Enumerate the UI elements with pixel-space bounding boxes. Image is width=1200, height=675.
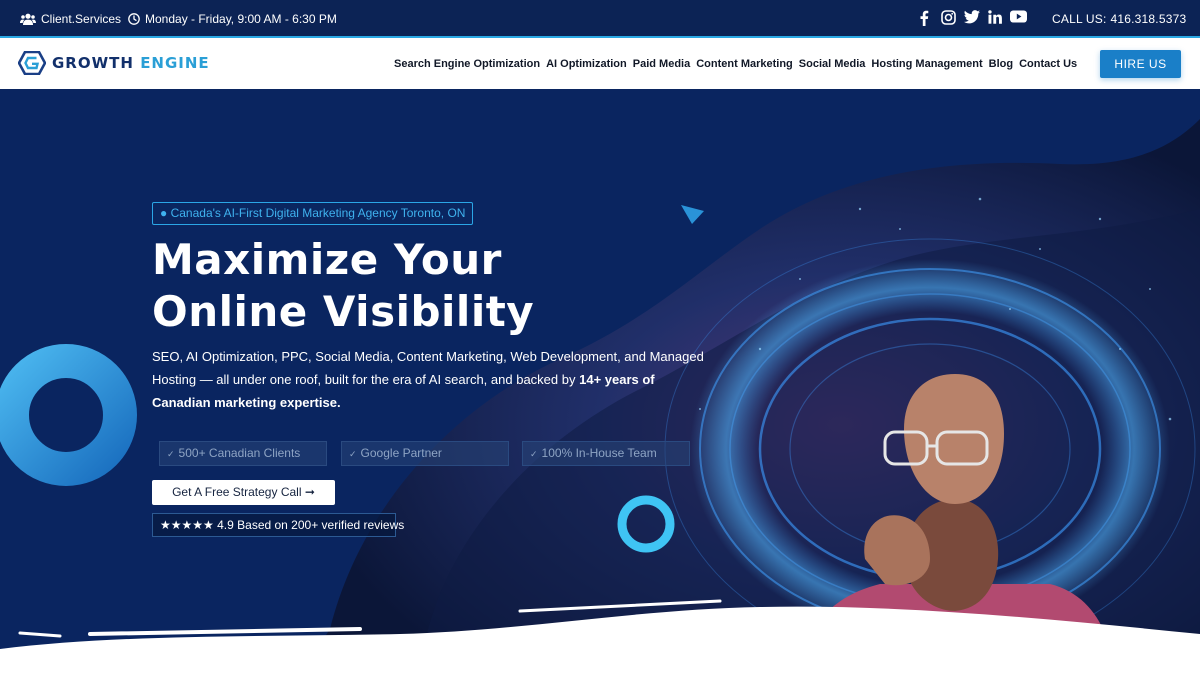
phone-number[interactable]: 416.318.5373 — [1111, 12, 1187, 26]
pill-label: 100% In-House Team — [541, 446, 657, 460]
nav-item-contact-us[interactable]: Contact Us — [1019, 58, 1077, 70]
nav-item-blog[interactable]: Blog — [989, 58, 1013, 70]
users-icon — [20, 13, 36, 25]
nav-item-social-media[interactable]: Social Media — [799, 58, 866, 70]
main-navigation: GROWTH ENGINE Search Engine Optimization… — [0, 36, 1200, 89]
arrow-right-icon: ➞ — [304, 485, 315, 499]
hero-headline: Maximize Your Online Visibility — [152, 234, 672, 338]
nav-item-seo[interactable]: Search Engine Optimization — [394, 58, 540, 70]
pill-label: 500+ Canadian Clients — [178, 446, 301, 460]
nav-item-hosting-management[interactable]: Hosting Management — [871, 58, 982, 70]
business-hours: Monday - Friday, 9:00 AM - 6:30 PM — [128, 12, 337, 26]
twitter-icon[interactable] — [964, 10, 980, 24]
instagram-icon[interactable] — [941, 10, 956, 25]
check-icon: ✓ — [167, 449, 175, 459]
growth-engine-logo[interactable]: GROWTH ENGINE — [18, 51, 210, 75]
hero-section: ● Canada's AI-First Digital Marketing Ag… — [0, 89, 1200, 675]
headline-line-2: Online Visibility — [152, 287, 535, 336]
agency-badge: ● Canada's AI-First Digital Marketing Ag… — [152, 202, 474, 225]
brand-name: GROWTH ENGINE — [52, 54, 210, 72]
clock-icon — [128, 13, 140, 25]
facebook-icon[interactable] — [919, 10, 929, 26]
hire-us-button[interactable]: HIRE US — [1100, 50, 1181, 78]
pill-canadian-clients: ✓ 500+ Canadian Clients — [159, 441, 327, 466]
brand-name-engine: ENGINE — [140, 54, 210, 72]
top-bar: Client.Services Monday - Friday, 9:00 AM… — [0, 0, 1200, 36]
client-services-link[interactable]: Client.Services — [20, 12, 121, 26]
free-strategy-call-button[interactable]: Get A Free Strategy Call ➞ — [152, 480, 335, 505]
hours-label: Monday - Friday, 9:00 AM - 6:30 PM — [145, 12, 337, 26]
hexagon-logo-icon — [18, 51, 46, 75]
pill-google-partner: ✓ Google Partner — [341, 441, 509, 466]
brand-name-growth: GROWTH — [52, 54, 134, 72]
linkedin-icon[interactable] — [988, 10, 1002, 24]
call-us[interactable]: CALL US: 416.318.5373 — [1052, 12, 1186, 26]
headline-line-1: Maximize Your — [152, 235, 502, 284]
nav-item-ai-optimization[interactable]: AI Optimization — [546, 58, 627, 70]
client-services-label: Client.Services — [41, 12, 122, 26]
nav-menu: Search Engine Optimization AI Optimizati… — [394, 58, 1083, 70]
youtube-icon[interactable] — [1010, 10, 1027, 23]
call-us-label: CALL US: — [1052, 12, 1107, 26]
pill-label: Google Partner — [360, 446, 442, 460]
reviews-badge: ★★★★★ 4.9 Based on 200+ verified reviews — [152, 513, 404, 537]
hero-description: SEO, AI Optimization, PPC, Social Media,… — [152, 345, 712, 414]
check-icon: ✓ — [349, 449, 357, 459]
nav-item-paid-media[interactable]: Paid Media — [633, 58, 690, 70]
nav-item-content-marketing[interactable]: Content Marketing — [696, 58, 793, 70]
check-icon: ✓ — [530, 449, 538, 459]
cta-label: Get A Free Strategy Call — [172, 485, 302, 499]
pill-in-house-team: ✓ 100% In-House Team — [522, 441, 690, 466]
